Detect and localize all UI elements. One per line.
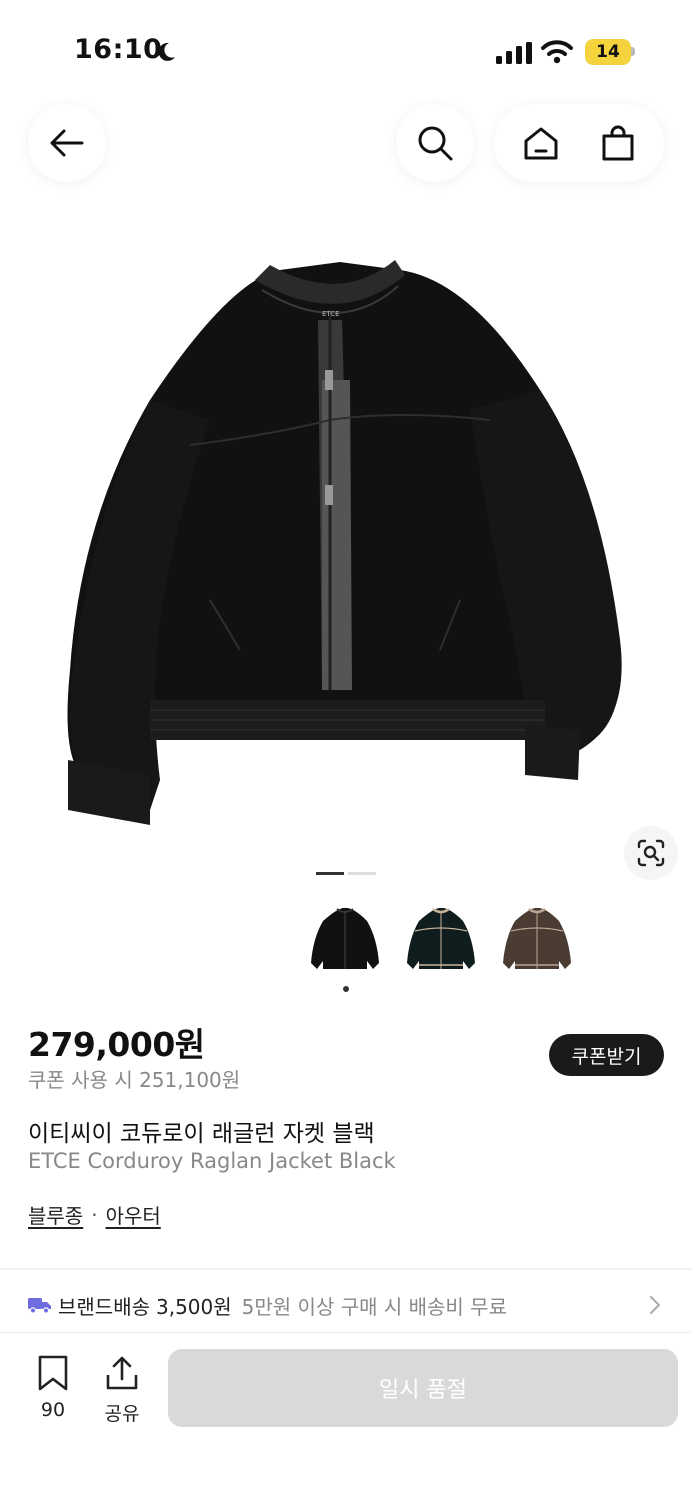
thumb-jacket-navy <box>407 907 475 969</box>
category-breadcrumb: 블루종 · 아우터 <box>28 1200 161 1229</box>
color-option-brown[interactable] <box>498 898 576 982</box>
category-link-outer[interactable]: 아우터 <box>106 1200 161 1229</box>
category-link-blouson[interactable]: 블루종 <box>28 1200 83 1229</box>
shipping-fee: 3,500원 <box>156 1294 232 1319</box>
bookmark-icon <box>38 1355 68 1391</box>
product-price: 279,000원 <box>28 1025 205 1064</box>
shipping-note: 5만원 이상 구매 시 배송비 무료 <box>241 1294 507 1319</box>
battery-cap <box>631 47 635 56</box>
jacket-label: ETCE <box>322 310 340 318</box>
product-name-english: ETCE Corduroy Raglan Jacket Black <box>28 1149 396 1173</box>
selected-color-dot <box>343 986 349 992</box>
section-divider <box>0 1268 692 1270</box>
home-cart-group <box>494 104 664 182</box>
share-button[interactable]: 공유 <box>100 1355 144 1426</box>
bookmark-count: 90 <box>40 1399 66 1421</box>
category-separator: · <box>91 1202 98 1227</box>
arrow-left-icon <box>50 129 84 157</box>
cart-button[interactable] <box>583 108 653 178</box>
wifi-icon <box>541 40 573 64</box>
share-icon <box>106 1356 138 1390</box>
get-coupon-button[interactable]: 쿠폰받기 <box>549 1034 664 1076</box>
pager-indicator-active <box>316 872 344 875</box>
home-icon <box>524 127 557 160</box>
thumb-jacket-black <box>311 907 379 969</box>
shipping-label: 브랜드배송 <box>58 1294 150 1319</box>
soldout-button[interactable]: 일시 품절 <box>168 1349 678 1427</box>
color-option-navy[interactable] <box>402 898 480 982</box>
thumb-jacket-brown <box>503 907 571 969</box>
cellular-signal-icon <box>496 42 532 64</box>
pager-indicator <box>348 872 376 875</box>
share-label: 공유 <box>104 1403 140 1425</box>
shipping-info-row[interactable]: 브랜드배송 3,500원 5만원 이상 구매 시 배송비 무료 <box>28 1290 668 1320</box>
color-option-black[interactable] <box>306 898 384 982</box>
lens-scan-icon <box>637 839 665 867</box>
battery-indicator: 14 <box>585 39 631 65</box>
bookmark-button[interactable]: 90 <box>32 1355 74 1421</box>
product-main-image[interactable]: ETCE <box>0 220 692 860</box>
search-icon <box>418 126 453 161</box>
image-search-button[interactable] <box>624 826 678 880</box>
bottom-action-bar: 90 공유 일시 품절 <box>0 1332 692 1500</box>
search-button[interactable] <box>396 104 474 182</box>
coupon-price: 쿠폰 사용 시 251,100원 <box>28 1068 241 1092</box>
moon-icon <box>158 42 175 61</box>
status-time: 16:10 <box>74 34 163 65</box>
delivery-truck-icon <box>28 1298 51 1314</box>
image-pager <box>316 872 376 875</box>
shopping-bag-icon <box>602 125 633 161</box>
color-options <box>306 898 576 982</box>
chevron-right-icon <box>650 1296 660 1314</box>
home-button[interactable] <box>506 108 576 178</box>
status-bar: 16:10 14 <box>0 0 692 100</box>
product-name-korean: 이티씨이 코듀로이 래글런 자켓 블랙 <box>28 1121 375 1147</box>
back-button[interactable] <box>28 104 106 182</box>
